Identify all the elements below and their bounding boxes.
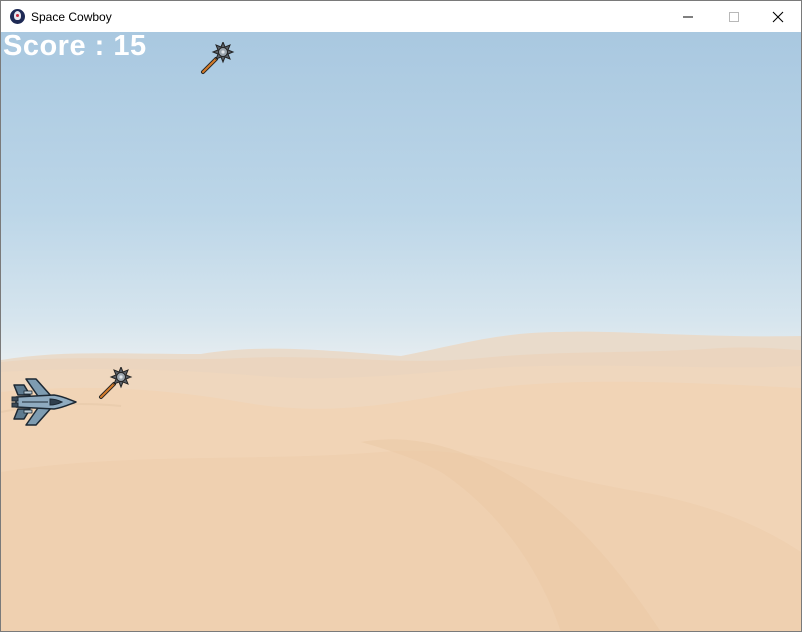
maximize-button[interactable]	[711, 1, 757, 32]
spiked-mace-icon	[99, 367, 133, 399]
fighter-jet-icon[interactable]	[10, 375, 78, 429]
score-display: Score : 15	[3, 32, 147, 62]
desert-background	[1, 331, 801, 631]
window-title: Space Cowboy	[31, 10, 112, 24]
game-canvas[interactable]: Score : 15	[1, 32, 801, 631]
close-button[interactable]	[755, 1, 801, 32]
game-window: Space Cowboy Score : 15	[0, 0, 802, 632]
title-bar[interactable]: Space Cowboy	[1, 1, 801, 32]
minimize-button[interactable]	[665, 1, 711, 32]
close-icon	[772, 11, 784, 22]
minimize-icon	[683, 16, 693, 17]
maximize-icon	[729, 11, 739, 22]
spiked-mace-icon	[201, 42, 235, 74]
wallpaper-watermark	[591, 620, 796, 628]
app-logo-icon	[10, 9, 25, 24]
